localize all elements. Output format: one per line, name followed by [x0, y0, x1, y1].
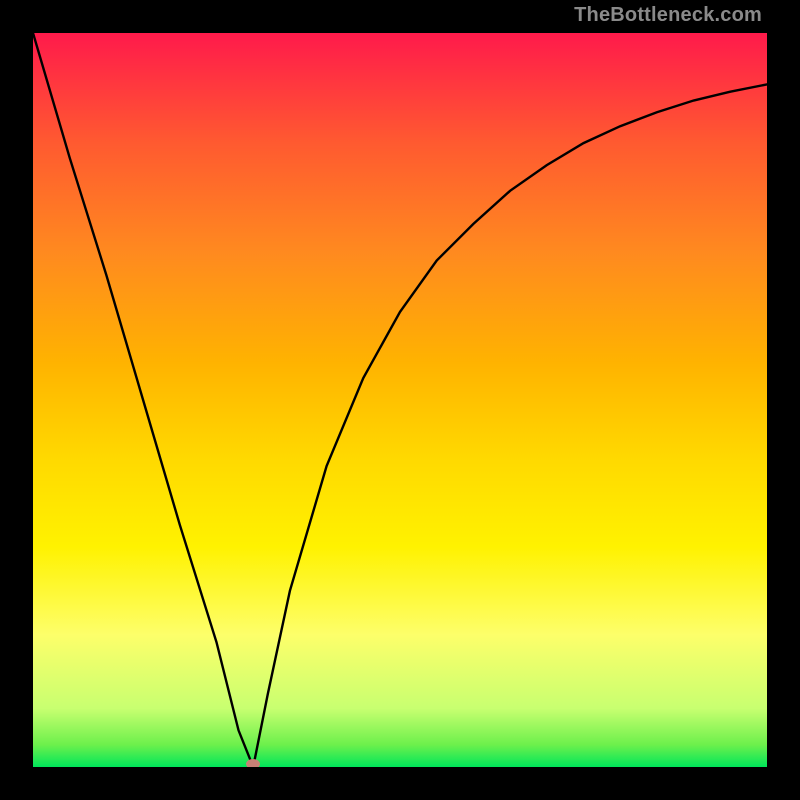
minimum-marker [246, 759, 260, 767]
curve-right-branch [253, 84, 767, 767]
watermark-text: TheBottleneck.com [574, 4, 762, 27]
plot-area [33, 33, 767, 767]
curve-left-branch [33, 33, 253, 767]
bottleneck-curve [33, 33, 767, 767]
chart-frame: TheBottleneck.com [0, 0, 800, 800]
